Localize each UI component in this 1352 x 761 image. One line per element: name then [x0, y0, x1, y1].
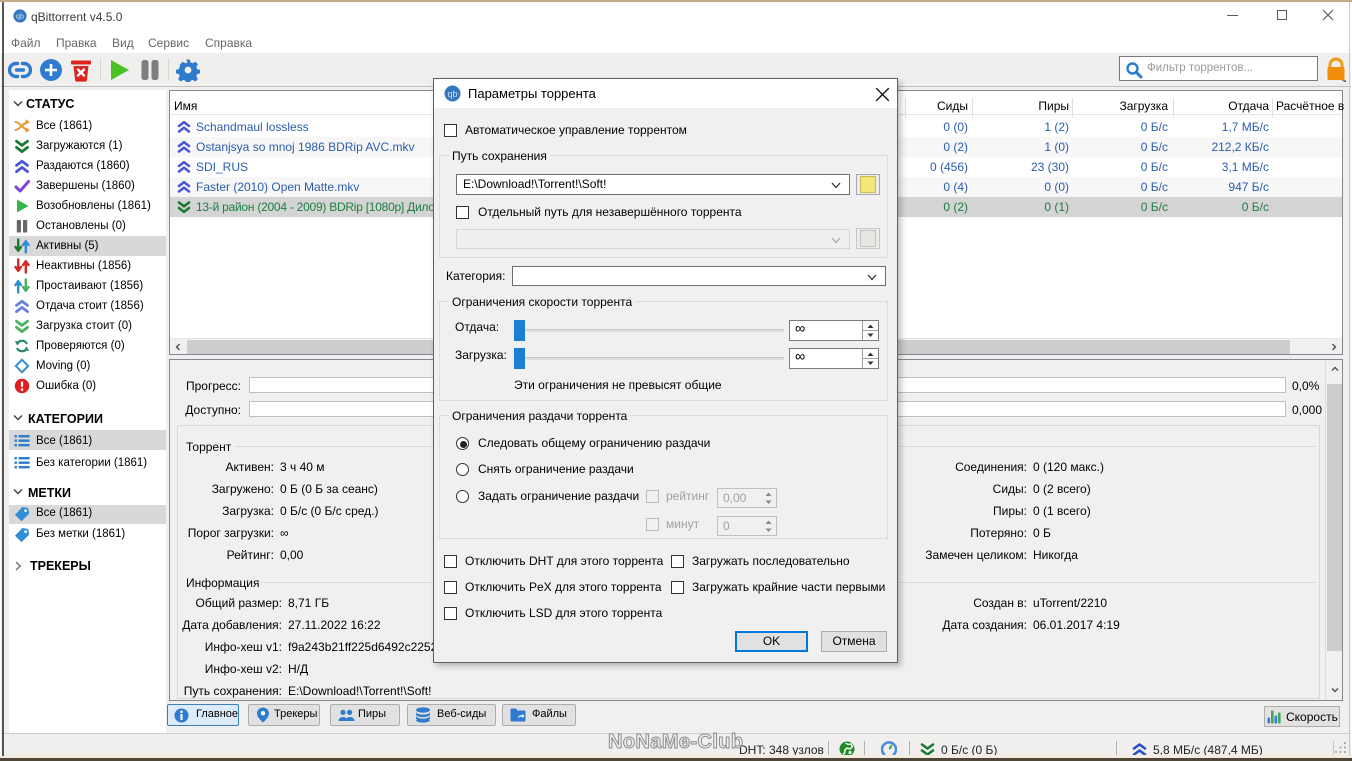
svg-text:qb: qb [447, 89, 457, 99]
svg-text:qb: qb [16, 12, 24, 21]
